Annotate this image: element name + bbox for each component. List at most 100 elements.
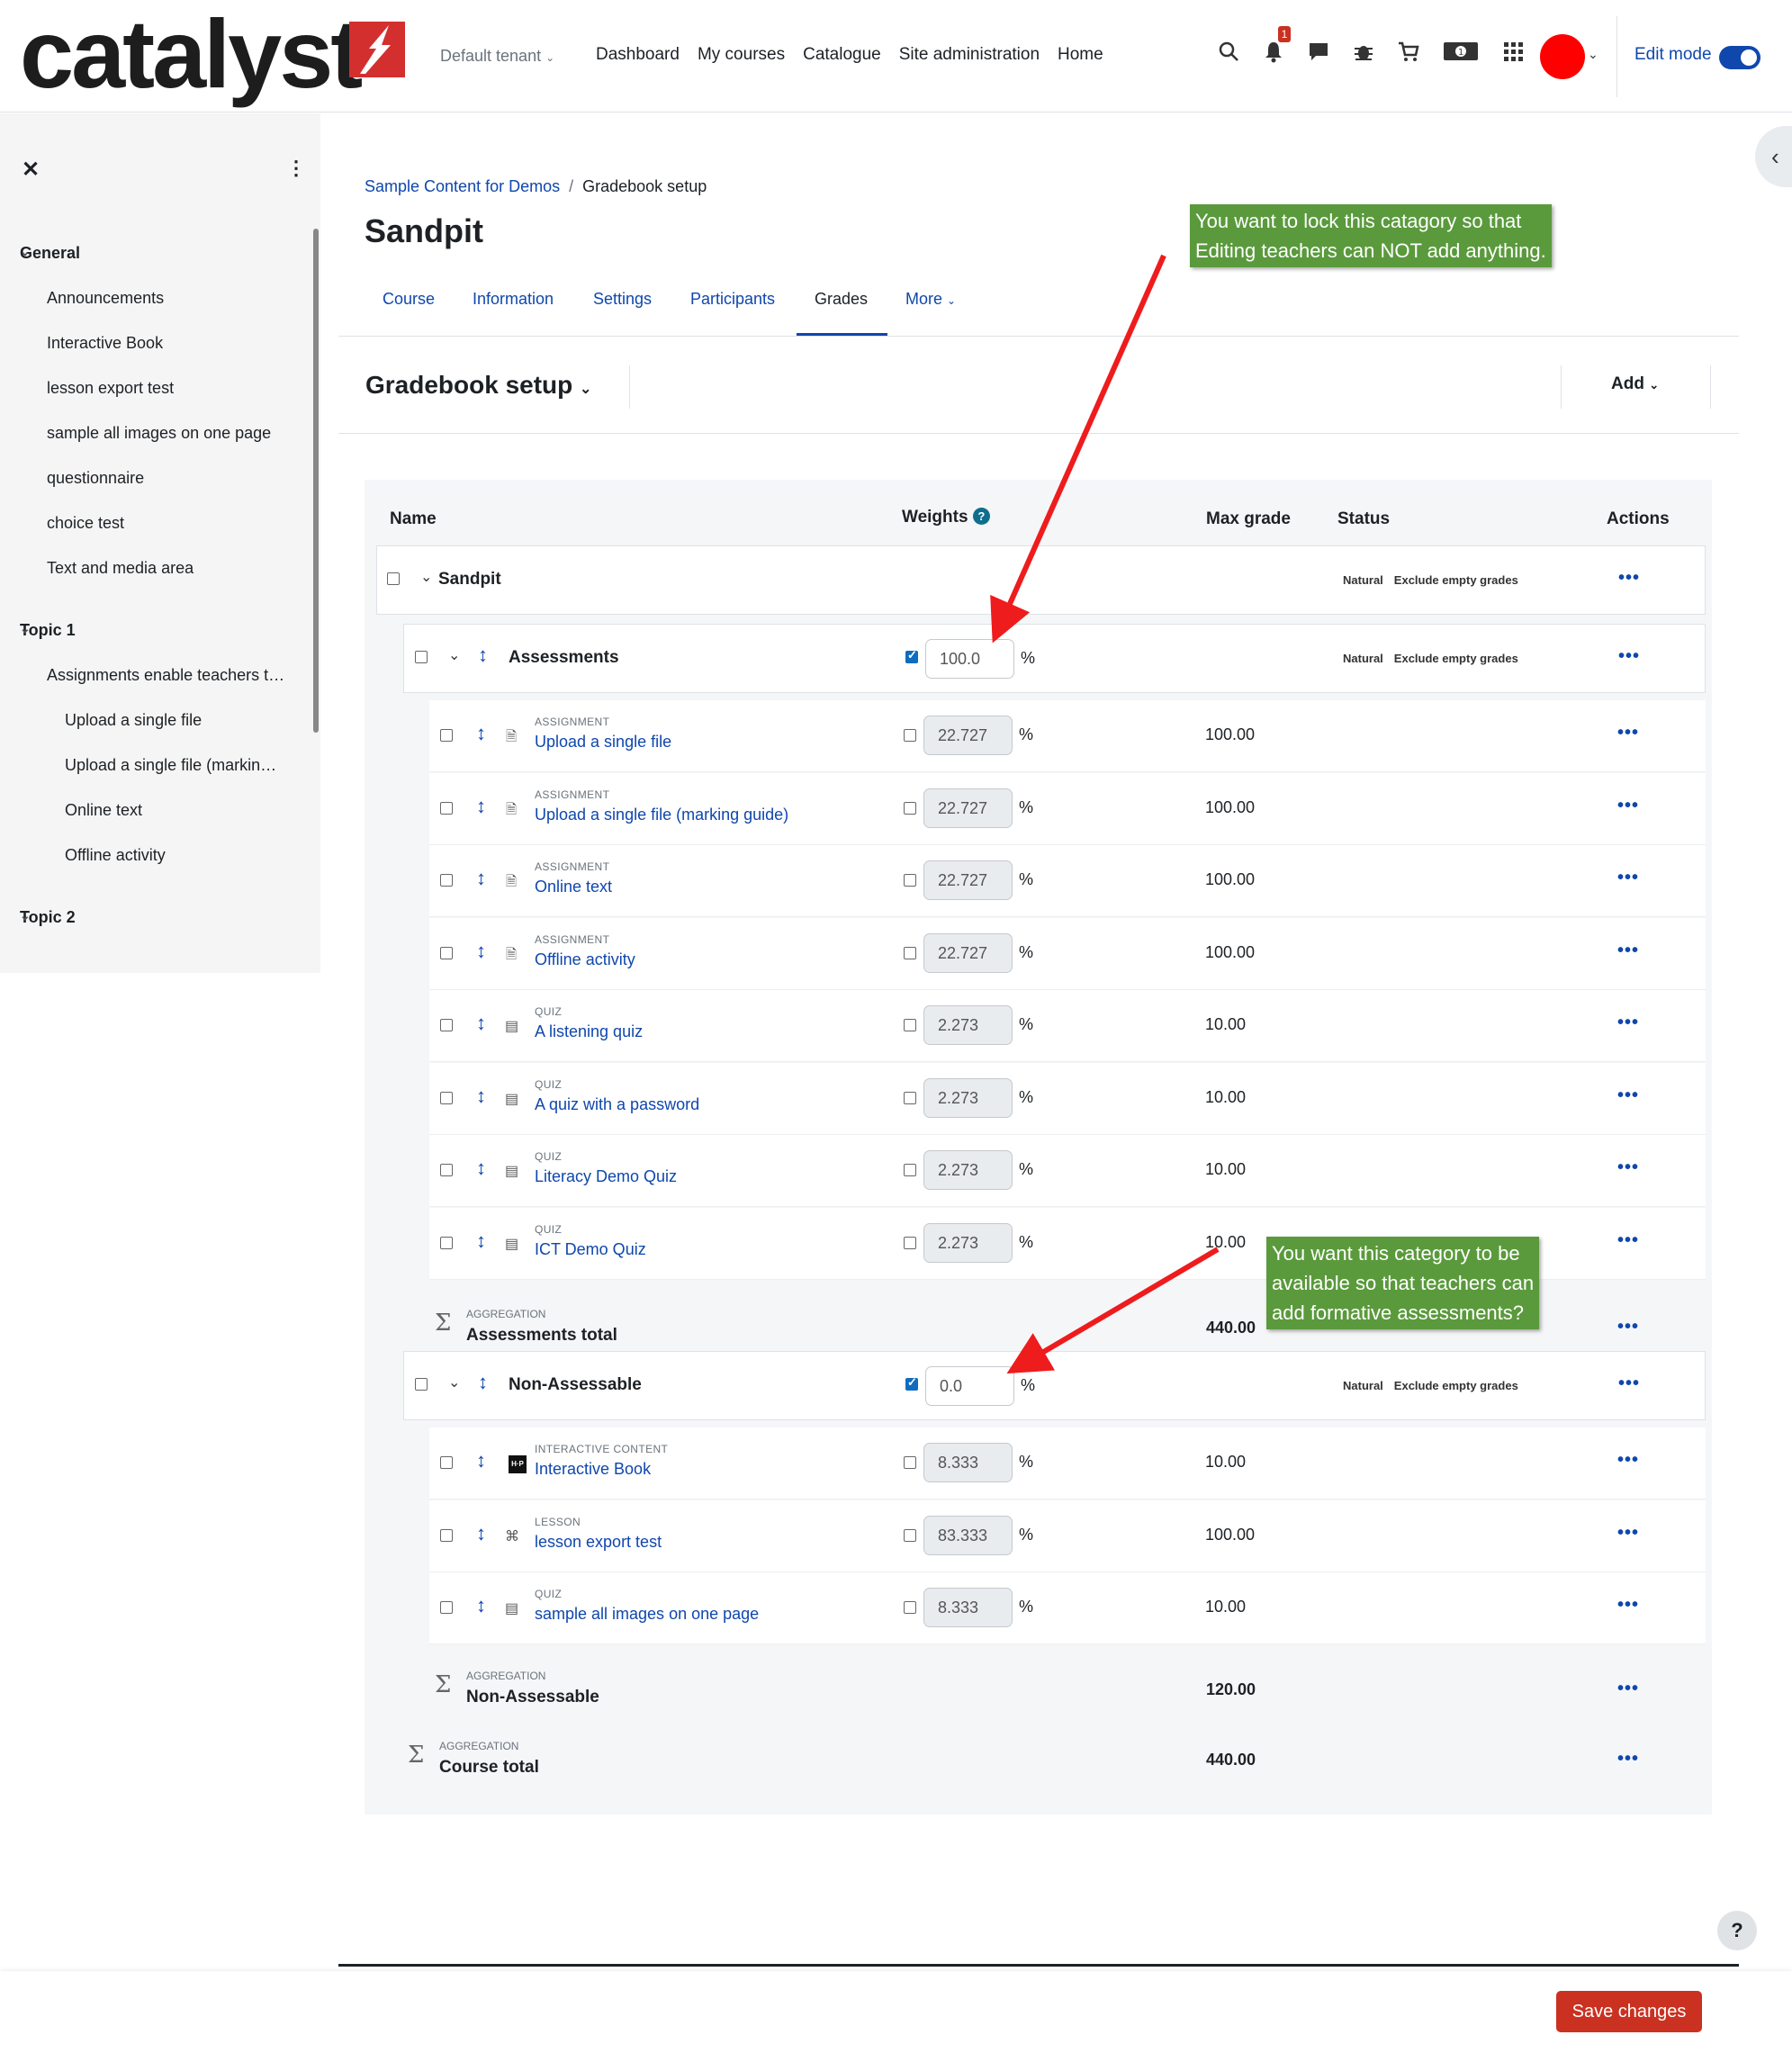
weight-input[interactable]: 2.273 — [923, 1077, 1013, 1118]
weight-override-checkbox[interactable] — [904, 946, 916, 959]
select-checkbox[interactable] — [440, 1456, 453, 1469]
weight-override-checkbox[interactable] — [904, 1164, 916, 1176]
section-general[interactable]: ⌄ General — [20, 244, 80, 263]
notification-bell-icon[interactable]: 1 — [1262, 26, 1291, 63]
move-icon[interactable]: ↕ — [476, 795, 486, 818]
drawer-item-interactive-book[interactable]: Interactive Book — [47, 334, 163, 353]
apps-grid-icon[interactable] — [1501, 40, 1525, 63]
help-icon[interactable]: ? — [972, 508, 990, 525]
select-checkbox[interactable] — [440, 946, 453, 959]
drawer-item-choice-test[interactable]: choice test — [47, 514, 124, 533]
weight-override-checkbox[interactable] — [904, 1019, 916, 1031]
grade-item-link[interactable]: Online text — [535, 878, 612, 896]
actions-menu-icon[interactable]: ••• — [1617, 1523, 1639, 1544]
weight-override-checkbox[interactable] — [904, 1601, 916, 1614]
select-checkbox[interactable] — [440, 1528, 453, 1542]
help-button[interactable]: ? — [1717, 1911, 1757, 1950]
move-icon[interactable]: ↕ — [476, 1157, 486, 1180]
weight-input[interactable]: 8.333 — [923, 1443, 1013, 1482]
collapse-right-drawer-chevron-left-icon[interactable]: ‹ — [1755, 126, 1792, 187]
weight-override-checkbox[interactable] — [904, 729, 916, 742]
chevron-down-icon[interactable]: ⌄ — [448, 646, 460, 664]
tab-grades[interactable]: Grades — [815, 290, 868, 309]
actions-menu-icon[interactable]: ••• — [1617, 1450, 1639, 1471]
move-icon[interactable]: ↕ — [476, 1594, 486, 1617]
weight-input[interactable]: 2.273 — [923, 1222, 1013, 1263]
catalyst-logo[interactable]: catalyst — [20, 0, 407, 108]
grade-item-link[interactable]: sample all images on one page — [535, 1605, 759, 1624]
drawer-item-online-text[interactable]: Online text — [65, 801, 142, 820]
actions-menu-icon[interactable]: ••• — [1617, 868, 1639, 888]
tenant-selector[interactable]: Default tenant ⌄ — [440, 47, 554, 66]
drawer-item-lesson-export-test[interactable]: lesson export test — [47, 379, 174, 398]
move-icon[interactable]: ↕ — [478, 1371, 488, 1394]
grade-item-link[interactable]: Interactive Book — [535, 1460, 651, 1479]
weight-override-checkbox[interactable] — [904, 1091, 916, 1104]
drawer-item-text-and-media[interactable]: Text and media area — [47, 559, 194, 578]
select-checkbox[interactable] — [440, 1236, 453, 1249]
weight-override-checkbox[interactable] — [904, 874, 916, 887]
actions-menu-icon[interactable]: ••• — [1617, 1157, 1639, 1178]
chevron-down-icon[interactable]: ⌄ — [1588, 47, 1598, 62]
actions-menu-icon[interactable]: ••• — [1617, 1679, 1639, 1699]
grade-item-link[interactable]: A quiz with a password — [535, 1095, 699, 1114]
edit-mode-toggle[interactable] — [1719, 46, 1760, 69]
move-icon[interactable]: ↕ — [476, 867, 486, 890]
tab-course[interactable]: Course — [383, 290, 435, 309]
section-topic-2[interactable]: ⌄ Topic 2 — [20, 908, 76, 927]
select-checkbox[interactable] — [440, 1601, 453, 1614]
select-checkbox[interactable] — [440, 801, 453, 815]
actions-menu-icon[interactable]: ••• — [1618, 646, 1640, 667]
chevron-down-icon[interactable]: ⌄ — [448, 1373, 460, 1391]
move-icon[interactable]: ↕ — [476, 1085, 486, 1108]
weight-override-checkbox[interactable] — [904, 1236, 916, 1249]
grade-item-link[interactable]: A listening quiz — [535, 1022, 643, 1041]
grade-item-link[interactable]: Upload a single file — [535, 733, 671, 752]
save-changes-button[interactable]: Save changes — [1556, 1991, 1702, 2032]
drawer-item-offline-activity[interactable]: Offline activity — [65, 846, 166, 865]
select-checkbox[interactable] — [440, 729, 453, 742]
grade-item-link[interactable]: Upload a single file (marking guide) — [535, 806, 788, 824]
drawer-item-announcements[interactable]: Announcements — [47, 289, 164, 308]
weight-input[interactable]: 0.0 — [925, 1366, 1014, 1406]
drawer-item-upload-single-file[interactable]: Upload a single file — [65, 711, 202, 730]
nav-site-administration[interactable]: Site administration — [899, 45, 1040, 65]
grade-item-link[interactable]: ICT Demo Quiz — [535, 1240, 646, 1259]
more-options-icon[interactable]: ⋮ — [286, 157, 306, 180]
weight-override-checkbox[interactable] — [904, 1528, 916, 1542]
actions-menu-icon[interactable]: ••• — [1617, 1085, 1639, 1106]
actions-menu-icon[interactable]: ••• — [1617, 1595, 1639, 1616]
move-icon[interactable]: ↕ — [476, 1522, 486, 1545]
messages-icon[interactable] — [1307, 40, 1330, 63]
actions-menu-icon[interactable]: ••• — [1618, 568, 1640, 589]
actions-menu-icon[interactable]: ••• — [1617, 941, 1639, 961]
weight-input[interactable]: 22.727 — [923, 716, 1013, 755]
weight-override-checkbox[interactable] — [905, 648, 918, 663]
gradebook-setup-selector[interactable]: Gradebook setup ⌄ — [365, 371, 591, 400]
select-checkbox[interactable] — [415, 1378, 428, 1391]
weight-input[interactable]: 22.727 — [923, 860, 1013, 900]
section-topic-1[interactable]: ⌄ Topic 1 — [20, 621, 76, 640]
nav-catalogue[interactable]: Catalogue — [803, 45, 881, 65]
bug-icon[interactable] — [1352, 40, 1375, 63]
close-icon[interactable]: ✕ — [22, 157, 40, 183]
weight-input[interactable]: 83.333 — [923, 1515, 1013, 1555]
nav-my-courses[interactable]: My courses — [698, 45, 785, 65]
drawer-item-upload-single-file-marking[interactable]: Upload a single file (markin… — [65, 756, 276, 775]
actions-menu-icon[interactable]: ••• — [1618, 1373, 1640, 1394]
tab-information[interactable]: Information — [473, 290, 554, 309]
nav-dashboard[interactable]: Dashboard — [596, 45, 680, 65]
actions-menu-icon[interactable]: ••• — [1617, 796, 1639, 816]
grade-item-link[interactable]: Offline activity — [535, 950, 635, 969]
select-checkbox[interactable] — [415, 651, 428, 663]
weight-input[interactable]: 8.333 — [923, 1588, 1013, 1627]
breadcrumb-course-link[interactable]: Sample Content for Demos — [365, 177, 560, 195]
select-checkbox[interactable] — [440, 874, 453, 887]
move-icon[interactable]: ↕ — [476, 722, 486, 745]
drawer-scrollbar[interactable] — [313, 229, 319, 733]
search-icon[interactable] — [1217, 40, 1240, 63]
actions-menu-icon[interactable]: ••• — [1617, 1749, 1639, 1769]
select-checkbox[interactable] — [387, 572, 400, 585]
cart-icon[interactable] — [1397, 40, 1420, 63]
grade-item-link[interactable]: Literacy Demo Quiz — [535, 1167, 677, 1186]
